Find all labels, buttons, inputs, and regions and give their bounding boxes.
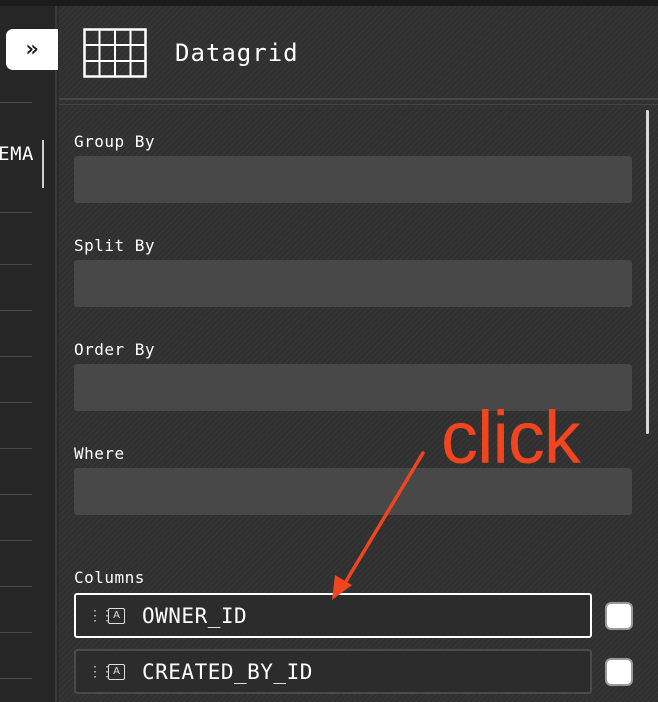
panel-title: Datagrid	[175, 39, 299, 67]
column-row-owner-id[interactable]: ⋮⋮ A OWNER_ID	[74, 593, 592, 638]
string-type-icon: A	[108, 663, 125, 680]
column-name: CREATED_BY_ID	[142, 659, 313, 684]
sidebar-divider	[0, 356, 32, 357]
order-by-label: Order By	[74, 340, 156, 359]
drag-handle-icon[interactable]: ⋮⋮	[88, 609, 114, 623]
sidebar-divider	[0, 494, 32, 495]
where-label: Where	[74, 444, 125, 463]
sidebar-partial-label: SCHEMA	[0, 143, 34, 165]
sidebar-divider	[0, 678, 32, 679]
datagrid-config-panel: Datagrid Group By Split By Order By Wher…	[59, 6, 658, 702]
panel-scrollbar[interactable]	[646, 110, 649, 434]
sidebar-cursor-bar	[42, 140, 44, 188]
header-divider	[59, 104, 658, 105]
column-name: OWNER_ID	[142, 603, 248, 628]
split-by-dropzone[interactable]	[74, 260, 632, 307]
sidebar-divider	[0, 402, 32, 403]
string-type-icon: A	[108, 607, 125, 624]
sidebar-divider	[0, 448, 32, 449]
sidebar-divider	[0, 540, 32, 541]
column-toggle-checkbox[interactable]	[605, 602, 633, 630]
expand-panel-button[interactable]: »	[6, 29, 58, 70]
sidebar-divider	[0, 264, 32, 265]
group-by-label: Group By	[74, 132, 156, 151]
split-by-label: Split By	[74, 236, 156, 255]
double-chevron-right-icon: »	[25, 37, 39, 62]
sidebar-divider	[0, 632, 32, 633]
click-annotation-label: click	[441, 396, 581, 479]
sidebar-divider	[0, 102, 32, 103]
column-row-created-by-id[interactable]: ⋮⋮ A CREATED_BY_ID	[74, 649, 592, 694]
column-toggle-checkbox[interactable]	[605, 658, 633, 686]
panel-header: Datagrid	[59, 6, 658, 100]
sidebar-divider	[0, 586, 32, 587]
app-root: SCHEMA » Datagrid Gr	[0, 0, 658, 702]
drag-handle-icon[interactable]: ⋮⋮	[88, 665, 114, 679]
datagrid-icon	[83, 28, 147, 78]
left-sidebar: SCHEMA	[0, 6, 57, 702]
sidebar-divider	[0, 310, 32, 311]
group-by-dropzone[interactable]	[74, 156, 632, 203]
columns-label: Columns	[74, 568, 145, 587]
sidebar-divider	[0, 212, 32, 213]
